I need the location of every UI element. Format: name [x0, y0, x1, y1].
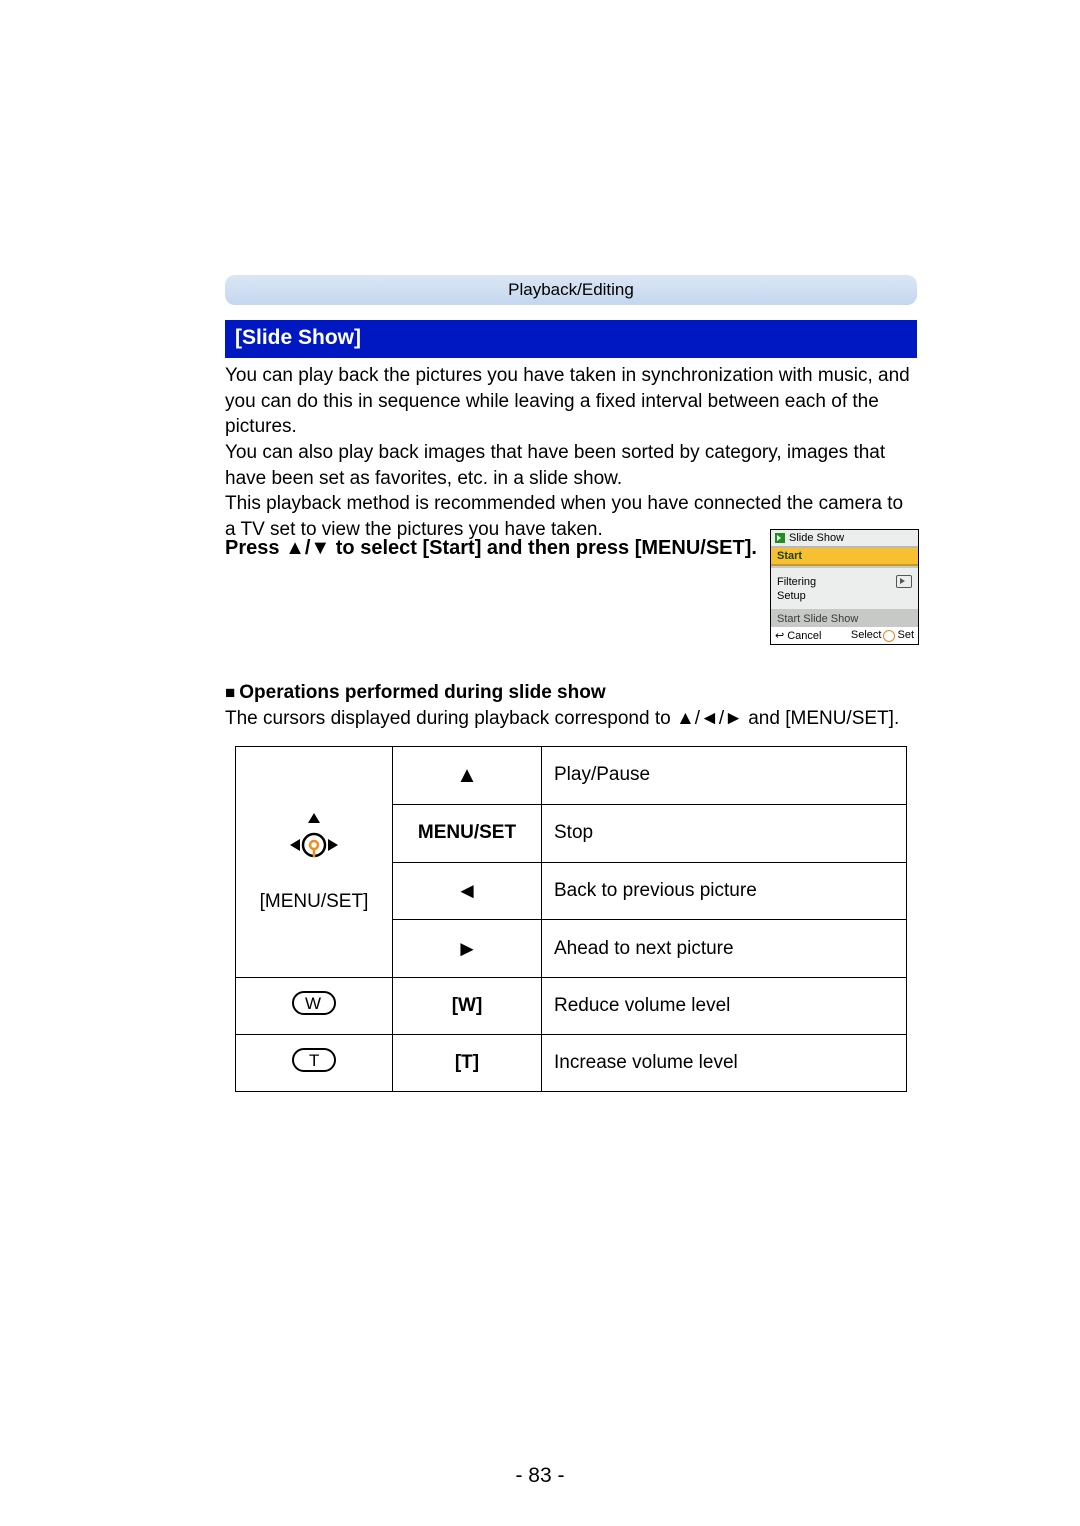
desc-cell: Ahead to next picture: [542, 920, 907, 978]
key-cell: ◄: [393, 862, 542, 920]
svg-text:W: W: [305, 994, 321, 1013]
svg-text:T: T: [309, 1051, 319, 1070]
table-row: W [W] Reduce volume level: [236, 978, 907, 1035]
key-cell: [T]: [393, 1035, 542, 1092]
square-bullet-icon: ■: [225, 683, 235, 702]
screen-set: Set: [897, 629, 914, 641]
screen-start-slide-show: Start Slide Show: [771, 611, 918, 627]
joystick-icon: [883, 630, 895, 642]
key-cell: ▲: [393, 747, 542, 805]
desc-cell: Stop: [542, 804, 907, 862]
section-title: [Slide Show]: [225, 320, 917, 358]
screen-item-setup: Setup: [777, 590, 806, 602]
key-cell: ►: [393, 920, 542, 978]
operations-intro: The cursors displayed during playback co…: [225, 708, 899, 730]
screen-title: Slide Show: [789, 532, 844, 544]
dpad-illustration-cell: [MENU/SET]: [236, 747, 393, 978]
operations-header: ■Operations performed during slide show: [225, 682, 606, 704]
key-cell: MENU/SET: [393, 804, 542, 862]
desc-cell: Increase volume level: [542, 1035, 907, 1092]
direction-arrows-icon: ▲/◄/►: [676, 708, 743, 729]
dpad-icon: [284, 811, 344, 881]
w-button-illustration-cell: W: [236, 978, 393, 1035]
w-button-icon: W: [292, 991, 336, 1015]
body-text: You can play back the pictures you have …: [225, 363, 917, 542]
breadcrumb: Playback/Editing: [225, 275, 917, 305]
table-row: [MENU/SET] ▲ Play/Pause: [236, 747, 907, 805]
menuset-label: [MENU/SET]: [248, 891, 380, 913]
table-row: T [T] Increase volume level: [236, 1035, 907, 1092]
playback-mode-icon: [775, 533, 785, 543]
instruction-pre: Press: [225, 537, 285, 559]
manual-page: Playback/Editing [Slide Show] You can pl…: [0, 0, 1080, 1526]
ops-intro-pre: The cursors displayed during playback co…: [225, 708, 676, 729]
instruction-post: to select [Start] and then press [MENU/S…: [330, 537, 757, 559]
screen-titlebar: Slide Show: [771, 530, 918, 548]
instruction: Press ▲/▼ to select [Start] and then pre…: [225, 537, 757, 560]
up-down-arrow-icon: ▲/▼: [285, 537, 330, 559]
key-cell: [W]: [393, 978, 542, 1035]
back-icon: ↩: [775, 629, 784, 642]
screen-footer: ↩Cancel Select Set: [771, 627, 918, 644]
t-button-icon: T: [292, 1048, 336, 1072]
screen-select: Select: [851, 629, 882, 641]
operations-table: [MENU/SET] ▲ Play/Pause MENU/SET Stop ◄ …: [235, 746, 907, 1092]
desc-cell: Play/Pause: [542, 747, 907, 805]
paragraph: You can also play back images that have …: [225, 440, 917, 491]
screen-item-filtering: Filtering: [777, 576, 816, 588]
page-number: - 83 -: [0, 1464, 1080, 1488]
camera-screen-preview: Slide Show Start Filtering Setup Start S…: [770, 529, 919, 645]
t-button-illustration-cell: T: [236, 1035, 393, 1092]
screen-item-start: Start: [771, 548, 918, 566]
paragraph: You can play back the pictures you have …: [225, 363, 917, 440]
screen-cancel: Cancel: [787, 630, 821, 642]
ops-intro-post: and [MENU/SET].: [743, 708, 899, 729]
desc-cell: Reduce volume level: [542, 978, 907, 1035]
operations-header-text: Operations performed during slide show: [239, 682, 605, 703]
playback-icon: [896, 575, 912, 588]
desc-cell: Back to previous picture: [542, 862, 907, 920]
